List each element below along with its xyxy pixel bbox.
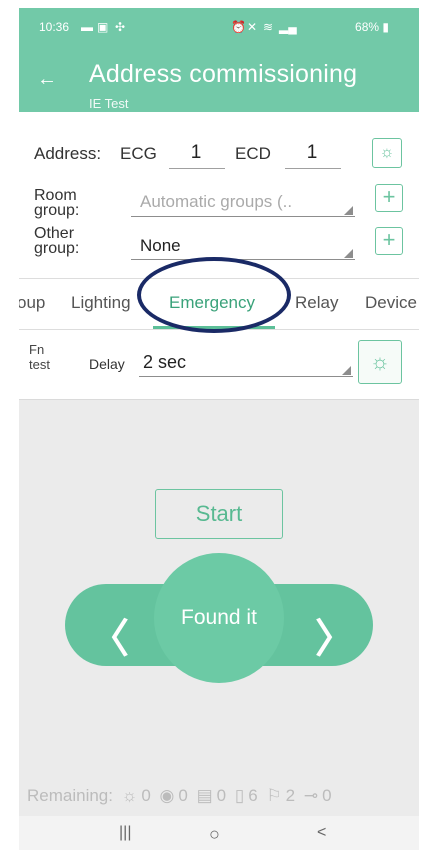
- back-icon[interactable]: <: [317, 824, 326, 842]
- chevron-right-icon: 〉: [315, 617, 355, 661]
- dropdown-arrow-icon: [344, 206, 353, 215]
- highlight-annotation: [137, 257, 291, 333]
- bulb-icon: ☼: [121, 786, 138, 805]
- count-value: 0: [216, 786, 227, 805]
- app-bar: 10:36 ▬ ▣ ✣ ⏰ ✕ ≋ ▂▄ 68% ▮ ← Address com…: [19, 8, 419, 112]
- chat-icon: ▬: [81, 20, 93, 34]
- ecg-label: ECG: [120, 144, 157, 163]
- previous-button[interactable]: 〈: [65, 584, 147, 666]
- ecd-underline: [285, 168, 341, 169]
- tab-device[interactable]: Device: [365, 293, 417, 313]
- tab-relay[interactable]: Relay: [295, 293, 338, 313]
- bulb-icon: ☼: [379, 144, 395, 161]
- app-screen: 10:36 ▬ ▣ ✣ ⏰ ✕ ≋ ▂▄ 68% ▮ ← Address com…: [19, 8, 419, 850]
- sensor-icon: ◉: [159, 786, 175, 805]
- running-man-icon: ⚐: [266, 786, 282, 805]
- fn-test-label: Fn test: [29, 342, 50, 372]
- start-button[interactable]: Start: [155, 489, 283, 539]
- add-other-group-button[interactable]: +: [375, 227, 403, 255]
- dropdown-arrow-icon: [342, 366, 351, 375]
- recent-apps-icon[interactable]: |||: [119, 824, 131, 842]
- count-value: 6: [248, 786, 258, 805]
- room-group-select[interactable]: Automatic groups (..: [140, 192, 292, 212]
- mute-icon: ✕: [247, 20, 258, 34]
- exit-sign-icon: ▤: [196, 786, 213, 805]
- emergency-bulb-button[interactable]: ☼: [358, 340, 402, 384]
- other-group-select[interactable]: None: [140, 236, 181, 256]
- other-group-label: Other group:: [34, 225, 80, 257]
- battery-level: 68% ▮: [355, 20, 389, 34]
- identify-bulb-button[interactable]: ☼: [372, 138, 402, 168]
- count-value: 2: [285, 786, 296, 805]
- delay-underline: [139, 376, 353, 377]
- remaining-label: Remaining:: [27, 786, 113, 805]
- dropdown-arrow-icon: [344, 249, 353, 258]
- next-button[interactable]: 〉: [291, 584, 373, 666]
- wifi-icon: ≋: [263, 20, 274, 34]
- address-form: Address: ECG 1 ECD 1 ☼ Room group: Autom…: [19, 112, 419, 278]
- room-group-label: Room group:: [34, 187, 80, 219]
- tab-group[interactable]: oup: [19, 293, 45, 313]
- battery-unit-icon: ▯: [234, 786, 245, 805]
- ecd-label: ECD: [235, 144, 271, 163]
- chevron-left-icon: 〈: [89, 617, 129, 661]
- remaining-counts: Remaining: ☼ 0 ◉ 0 ▤ 0 ▯ 6 ⚐ 2 ⊸ 0: [27, 786, 336, 806]
- delay-select[interactable]: 2 sec: [143, 352, 186, 373]
- count-value: 0: [322, 786, 332, 805]
- page-title: Address commissioning: [89, 60, 358, 88]
- found-it-button[interactable]: Found it: [154, 553, 284, 683]
- signal-icon: ▂▄: [279, 20, 297, 34]
- ecd-value[interactable]: 1: [287, 142, 337, 164]
- address-label: Address:: [34, 144, 102, 163]
- system-nav-bar: ||| ○ <: [19, 816, 419, 850]
- room-group-underline: [131, 216, 355, 217]
- status-bar: 10:36 ▬ ▣ ✣ ⏰ ✕ ≋ ▂▄ 68% ▮: [19, 20, 419, 40]
- app-icon: ✣: [115, 20, 126, 34]
- home-icon[interactable]: ○: [209, 824, 220, 845]
- fn-test-panel: Fn test Delay 2 sec ☼: [19, 330, 419, 400]
- tab-lighting[interactable]: Lighting: [71, 293, 131, 313]
- add-room-group-button[interactable]: +: [375, 184, 403, 212]
- battery-icon: ▮: [382, 20, 389, 34]
- delay-label: Delay: [89, 356, 125, 372]
- image-icon: ▣: [97, 20, 109, 34]
- bulb-icon: ☼: [369, 349, 391, 374]
- count-value: 0: [178, 786, 188, 805]
- page-subtitle: IE Test: [89, 96, 129, 111]
- back-arrow-icon[interactable]: ←: [37, 68, 57, 91]
- count-value: 0: [141, 786, 151, 805]
- ecg-value[interactable]: 1: [171, 142, 221, 164]
- alarm-icon: ⏰: [231, 20, 246, 34]
- relay-icon: ⊸: [303, 786, 319, 805]
- status-time: 10:36: [39, 20, 70, 34]
- ecg-underline: [169, 168, 225, 169]
